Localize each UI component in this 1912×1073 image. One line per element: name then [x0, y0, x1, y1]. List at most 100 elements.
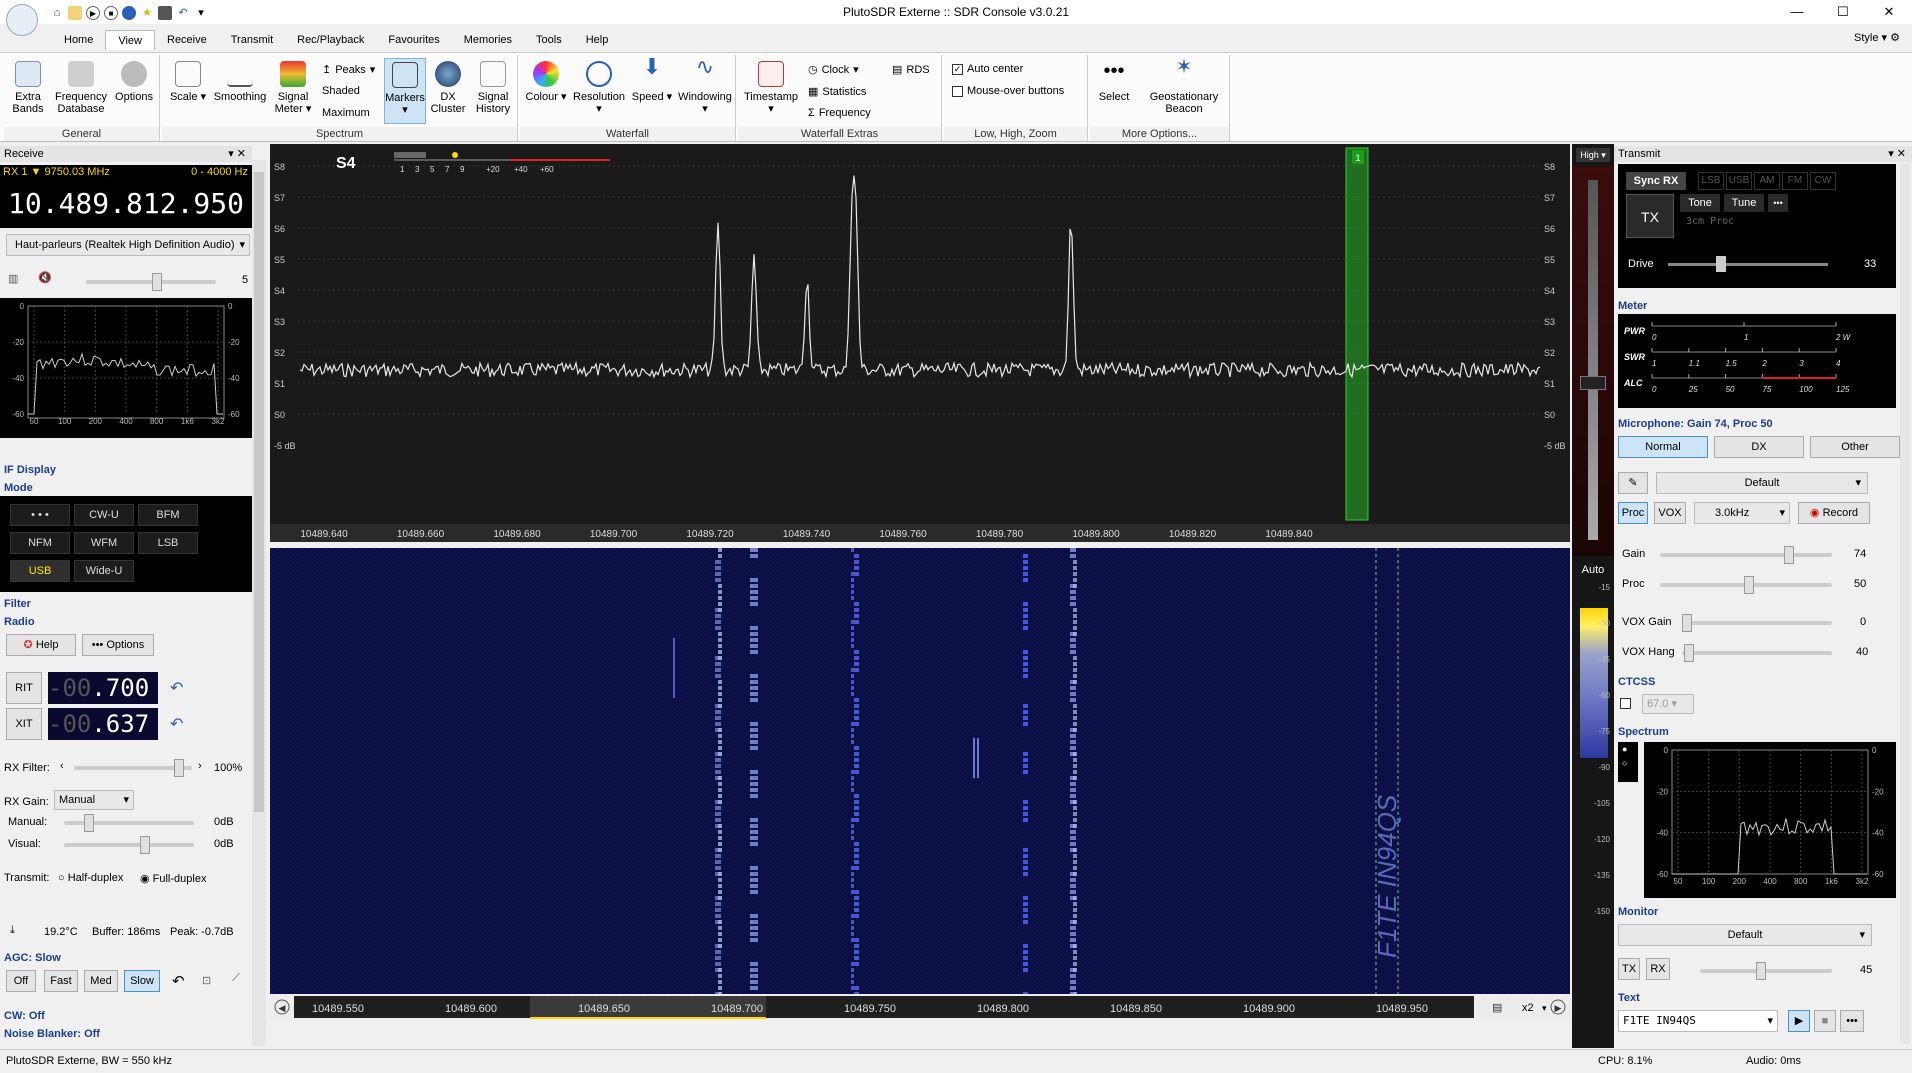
radio-options-button[interactable]: ••• Options [82, 634, 154, 656]
visual-thumb[interactable] [140, 836, 150, 854]
filter-header[interactable]: Filter [0, 596, 252, 612]
spectrum-level-slider[interactable] [1572, 166, 1614, 556]
rx-filter-slider[interactable] [74, 759, 192, 777]
tx-mode-lsb[interactable]: LSB [1698, 172, 1724, 190]
bars-icon[interactable]: ▥ [8, 272, 18, 285]
scrollbar-thumb[interactable] [254, 172, 264, 812]
frequency-database-button[interactable]: Frequency Database [52, 61, 110, 115]
drive-slider[interactable] [1668, 256, 1828, 272]
waterfall-svg[interactable]: F1TE IN94QS ◀ 10489.550 10489.600 10489.65… [270, 548, 1570, 1020]
frequency-display[interactable]: 10.489.812.950 [0, 180, 252, 228]
frequency-button[interactable]: Σ Frequency [808, 107, 871, 119]
mute-icon[interactable]: 🔇 [38, 271, 52, 284]
visual-slider[interactable] [64, 836, 194, 854]
marker-highlight[interactable] [1345, 147, 1369, 521]
monitor-tx-button[interactable]: TX [1618, 958, 1640, 980]
tx-spectrum-header[interactable]: Spectrum [1614, 724, 1894, 740]
vox-hang-thumb[interactable] [1684, 644, 1694, 662]
mic-other-tab[interactable]: Other [1810, 436, 1900, 458]
xit-display[interactable]: -00.637 [48, 708, 158, 740]
minimize-button[interactable]: — [1774, 0, 1820, 24]
vox-button[interactable]: VOX [1654, 502, 1686, 524]
monitor-thumb[interactable] [1756, 962, 1766, 980]
close-icon[interactable]: ▾ ✕ [228, 146, 246, 162]
tab-memories[interactable]: Memories [452, 30, 524, 50]
monitor-slider[interactable] [1700, 962, 1832, 980]
close-button[interactable]: ✕ [1866, 0, 1912, 24]
waterfall-display[interactable]: F1TE IN94QS ◀ 10489.550 10489.600 10489.65… [270, 548, 1570, 1020]
bandwidth-select[interactable]: 3.0kHz ▾ [1694, 502, 1790, 524]
level-thumb[interactable] [1580, 376, 1606, 390]
mic-profile-select[interactable]: Default ▾ [1656, 472, 1868, 494]
tx-mode-am[interactable]: AM [1754, 172, 1780, 190]
agc-slow-button[interactable]: Slow [124, 970, 160, 992]
vox-hang-slider[interactable] [1682, 644, 1832, 662]
style-menu[interactable]: Style ▾ ⚙ [1854, 31, 1900, 44]
proc-slider[interactable] [1660, 576, 1832, 594]
windowing-button[interactable]: ∿ Windowing ▾ [676, 56, 734, 116]
mode-wfm-button[interactable]: WFM [74, 532, 134, 554]
left-panel-scrollbar[interactable] [252, 160, 266, 1046]
rit-reset-icon[interactable]: ↶ [170, 678, 183, 698]
zoom-dropdown-icon[interactable]: ▾ [1542, 1003, 1547, 1013]
chevron-left-icon[interactable]: ‹ [60, 760, 64, 772]
rit-button[interactable]: RIT [6, 672, 42, 704]
half-duplex-radio[interactable]: ○ Half-duplex [58, 872, 123, 884]
agc-med-button[interactable]: Med [84, 970, 118, 992]
dot-filled-icon[interactable]: ● [1622, 744, 1627, 754]
mode-nfm-button[interactable]: NFM [10, 532, 70, 554]
xit-button[interactable]: XIT [6, 708, 42, 740]
tab-receive[interactable]: Receive [155, 30, 219, 50]
statistics-button[interactable]: ▦ Statistics [808, 85, 866, 99]
headphones-icon[interactable]: ⊡ [202, 974, 211, 987]
radio-header[interactable]: Radio [0, 614, 252, 630]
if-display-header[interactable]: IF Display [0, 462, 252, 478]
options-button[interactable]: Options [112, 61, 156, 103]
text-header[interactable]: Text [1614, 990, 1894, 1006]
proc-button[interactable]: Proc [1618, 502, 1648, 524]
tab-view[interactable]: View [105, 30, 155, 50]
agc-fast-button[interactable]: Fast [44, 970, 78, 992]
chevron-right-icon[interactable]: › [198, 760, 202, 772]
mode-bfm-button[interactable]: BFM [138, 504, 198, 526]
tx-mode-usb[interactable]: USB [1726, 172, 1752, 190]
tab-transmit[interactable]: Transmit [219, 30, 285, 50]
mode-lsb-button[interactable]: LSB [138, 532, 198, 554]
tab-rec-playback[interactable]: Rec/Playback [285, 30, 376, 50]
app-menu-button[interactable] [6, 4, 38, 36]
smoothing-button[interactable]: Smoothing [210, 61, 270, 103]
peaks-button[interactable]: ↥ Peaks ▾ [322, 63, 375, 77]
mode-cw-u-button[interactable]: CW-U [74, 504, 134, 526]
volume-slider[interactable] [86, 273, 216, 291]
undo-icon[interactable]: ↶ [172, 972, 185, 990]
tx-mode-fm[interactable]: FM [1782, 172, 1808, 190]
dx-cluster-button[interactable]: DX Cluster [428, 61, 468, 115]
drive-thumb[interactable] [1716, 256, 1726, 272]
tx-spectrum-mode[interactable]: ● ○ [1618, 742, 1638, 782]
resolution-button[interactable]: Resolution ▾ [570, 61, 628, 115]
graph-icon[interactable]: ⟋ [232, 972, 240, 985]
tx-mode-cw[interactable]: CW [1810, 172, 1836, 190]
tab-home[interactable]: Home [52, 30, 105, 50]
geo-beacon-button[interactable]: ✶ Geostationary Beacon [1142, 57, 1226, 115]
noise-blanker-header[interactable]: Noise Blanker: Off [0, 1026, 252, 1042]
pipette-icon[interactable]: ✎ [1618, 472, 1648, 494]
mic-normal-tab[interactable]: Normal [1618, 436, 1708, 458]
monitor-profile-select[interactable]: Default ▾ [1618, 924, 1872, 946]
auto-button[interactable]: Auto [1576, 562, 1610, 578]
tone-button[interactable]: Tone [1680, 194, 1720, 212]
text-stop-button[interactable]: ■ [1814, 1010, 1836, 1032]
audio-device-select[interactable]: Haut-parleurs (Realtek High Definition A… [6, 234, 250, 256]
tune-button[interactable]: Tune [1724, 194, 1764, 212]
rx-filter-thumb[interactable] [174, 759, 184, 777]
rx-center[interactable]: ▼ 9750.03 MHz [31, 166, 110, 178]
mode-wide-u-button[interactable]: Wide-U [74, 560, 134, 582]
mouse-over-checkbox[interactable]: Mouse-over buttons [952, 85, 1064, 97]
high-button[interactable]: High ▾ [1576, 148, 1610, 162]
signal-history-button[interactable]: Signal History [470, 61, 516, 115]
sync-rx-button[interactable]: Sync RX [1626, 172, 1686, 190]
mic-gain-thumb[interactable] [1784, 546, 1794, 564]
close-icon[interactable]: ▾ ✕ [1888, 146, 1906, 162]
shaded-button[interactable]: Shaded [322, 85, 360, 97]
meter-header[interactable]: Meter [1614, 298, 1894, 314]
